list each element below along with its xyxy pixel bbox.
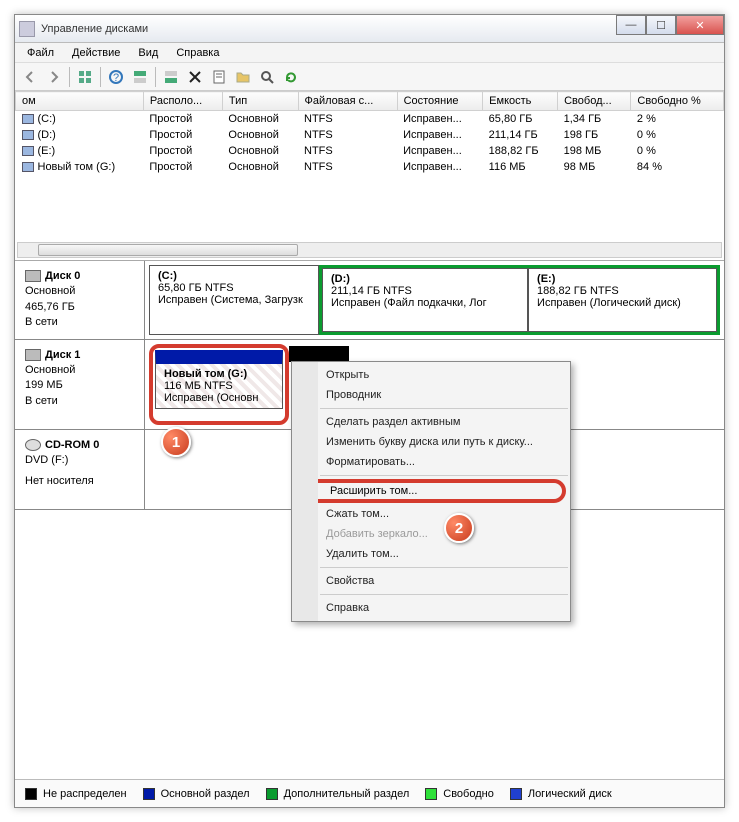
disk-1-status: В сети	[25, 394, 134, 409]
disk-1-size: 199 МБ	[25, 378, 134, 393]
cdrom-drive: DVD (F:)	[25, 453, 134, 468]
table-header[interactable]: ом Располо... Тип Файловая с... Состояни…	[16, 92, 724, 111]
menu-add-mirror: Добавить зеркало...	[292, 524, 570, 544]
menu-change-letter[interactable]: Изменить букву диска или путь к диску...	[292, 432, 570, 452]
menu-delete-volume[interactable]: Удалить том...	[292, 544, 570, 564]
partition-g[interactable]: Новый том (G:) 116 МБ NTFS Исправен (Осн…	[155, 350, 283, 409]
selected-partition-highlight: Новый том (G:) 116 МБ NTFS Исправен (Осн…	[149, 344, 289, 425]
refresh-icon[interactable]	[280, 66, 302, 88]
titlebar[interactable]: Управление дисками — ☐ ✕	[15, 15, 724, 43]
disk-0-name: Диск 0	[45, 270, 80, 282]
legend-primary: Основной раздел	[161, 788, 250, 800]
legend-extended: Дополнительный раздел	[284, 788, 410, 800]
col-type[interactable]: Тип	[222, 92, 298, 111]
close-button[interactable]: ✕	[676, 15, 724, 35]
window-title: Управление дисками	[41, 23, 148, 35]
unallocated-space[interactable]	[289, 346, 349, 362]
disk-1-name: Диск 1	[45, 349, 80, 361]
menu-help[interactable]: Справка	[168, 45, 227, 61]
disk-0-status: В сети	[25, 315, 134, 330]
minimize-button[interactable]: —	[616, 15, 646, 35]
volume-list[interactable]: ом Располо... Тип Файловая с... Состояни…	[15, 91, 724, 261]
partition-d[interactable]: (D:) 211,14 ГБ NTFS Исправен (Файл подка…	[322, 268, 528, 332]
menu-action[interactable]: Действие	[64, 45, 128, 61]
volume-icon	[22, 130, 34, 140]
help-icon[interactable]: ?	[105, 66, 127, 88]
window-buttons: — ☐ ✕	[616, 15, 724, 35]
menu-open[interactable]: Открыть	[292, 365, 570, 385]
cdrom-icon	[25, 439, 41, 451]
volume-icon	[22, 146, 34, 156]
menu-help[interactable]: Справка	[292, 598, 570, 618]
disk-1-info[interactable]: Диск 1 Основной 199 МБ В сети	[15, 340, 145, 429]
disk-icon	[25, 349, 41, 361]
legend-unalloc: Не распределен	[43, 788, 127, 800]
disk-graphical-view: Диск 0 Основной 465,76 ГБ В сети (C:) 65…	[15, 261, 724, 510]
context-menu: Открыть Проводник Сделать раздел активны…	[291, 361, 571, 622]
svg-text:?: ?	[113, 72, 119, 84]
legend-logical: Логический диск	[528, 788, 612, 800]
table-row[interactable]: (C:)ПростойОсновнойNTFSИсправен...65,80 …	[16, 111, 724, 128]
legend-primary-swatch	[143, 788, 155, 800]
col-layout[interactable]: Располо...	[143, 92, 222, 111]
back-button[interactable]	[19, 66, 41, 88]
menubar: Файл Действие Вид Справка	[15, 43, 724, 63]
disk-0-partitions: (C:) 65,80 ГБ NTFS Исправен (Система, За…	[145, 261, 724, 339]
legend-free: Свободно	[443, 788, 494, 800]
layout-bottom-icon[interactable]	[160, 66, 182, 88]
legend-unalloc-swatch	[25, 788, 37, 800]
col-fs[interactable]: Файловая с...	[298, 92, 397, 111]
callout-badge-1: 1	[161, 427, 191, 457]
menu-extend-volume-highlight: Расширить том...	[296, 479, 566, 503]
toolbar: ?	[15, 63, 724, 91]
view-grid-icon[interactable]	[74, 66, 96, 88]
legend: Не распределен Основной раздел Дополните…	[15, 779, 724, 807]
cdrom-status: Нет носителя	[25, 474, 134, 489]
col-pct[interactable]: Свободно %	[631, 92, 724, 111]
disk-0-info[interactable]: Диск 0 Основной 465,76 ГБ В сети	[15, 261, 145, 339]
disk-0-row: Диск 0 Основной 465,76 ГБ В сети (C:) 65…	[15, 261, 724, 340]
legend-logical-swatch	[510, 788, 522, 800]
table-row[interactable]: (E:)ПростойОсновнойNTFSИсправен...188,82…	[16, 143, 724, 159]
disk-0-size: 465,76 ГБ	[25, 300, 134, 315]
col-name[interactable]: ом	[16, 92, 144, 111]
maximize-button[interactable]: ☐	[646, 15, 676, 35]
volume-icon	[22, 162, 34, 172]
extended-partition: (D:) 211,14 ГБ NTFS Исправен (Файл подка…	[319, 265, 720, 335]
forward-button[interactable]	[43, 66, 65, 88]
disk-management-window: Управление дисками — ☐ ✕ Файл Действие В…	[14, 14, 725, 808]
cdrom-name: CD-ROM 0	[45, 439, 99, 451]
disk-1-type: Основной	[25, 363, 134, 378]
partition-e[interactable]: (E:) 188,82 ГБ NTFS Исправен (Логический…	[528, 268, 717, 332]
cdrom-info[interactable]: CD-ROM 0 DVD (F:) Нет носителя	[15, 430, 145, 509]
horizontal-scrollbar[interactable]	[17, 242, 722, 258]
callout-badge-2: 2	[444, 513, 474, 543]
table-row[interactable]: Новый том (G:)ПростойОсновнойNTFSИсправе…	[16, 159, 724, 175]
menu-properties[interactable]: Свойства	[292, 571, 570, 591]
menu-file[interactable]: Файл	[19, 45, 62, 61]
menu-extend-volume[interactable]: Расширить том...	[330, 485, 417, 497]
col-status[interactable]: Состояние	[397, 92, 483, 111]
scroll-thumb[interactable]	[38, 244, 298, 256]
volume-icon	[22, 114, 34, 124]
layout-top-icon[interactable]	[129, 66, 151, 88]
disk-icon	[25, 270, 41, 282]
col-free[interactable]: Свобод...	[558, 92, 631, 111]
menu-view[interactable]: Вид	[130, 45, 166, 61]
menu-shrink-volume[interactable]: Сжать том...	[292, 504, 570, 524]
table-row[interactable]: (D:)ПростойОсновнойNTFSИсправен...211,14…	[16, 127, 724, 143]
menu-explorer[interactable]: Проводник	[292, 385, 570, 405]
folder-icon[interactable]	[232, 66, 254, 88]
menu-make-active[interactable]: Сделать раздел активным	[292, 412, 570, 432]
app-icon	[19, 21, 35, 37]
legend-free-swatch	[425, 788, 437, 800]
disk-0-type: Основной	[25, 284, 134, 299]
search-icon[interactable]	[256, 66, 278, 88]
delete-icon[interactable]	[184, 66, 206, 88]
col-capacity[interactable]: Емкость	[483, 92, 558, 111]
menu-format[interactable]: Форматировать...	[292, 452, 570, 472]
partition-c[interactable]: (C:) 65,80 ГБ NTFS Исправен (Система, За…	[149, 265, 319, 335]
properties-icon[interactable]	[208, 66, 230, 88]
legend-extended-swatch	[266, 788, 278, 800]
